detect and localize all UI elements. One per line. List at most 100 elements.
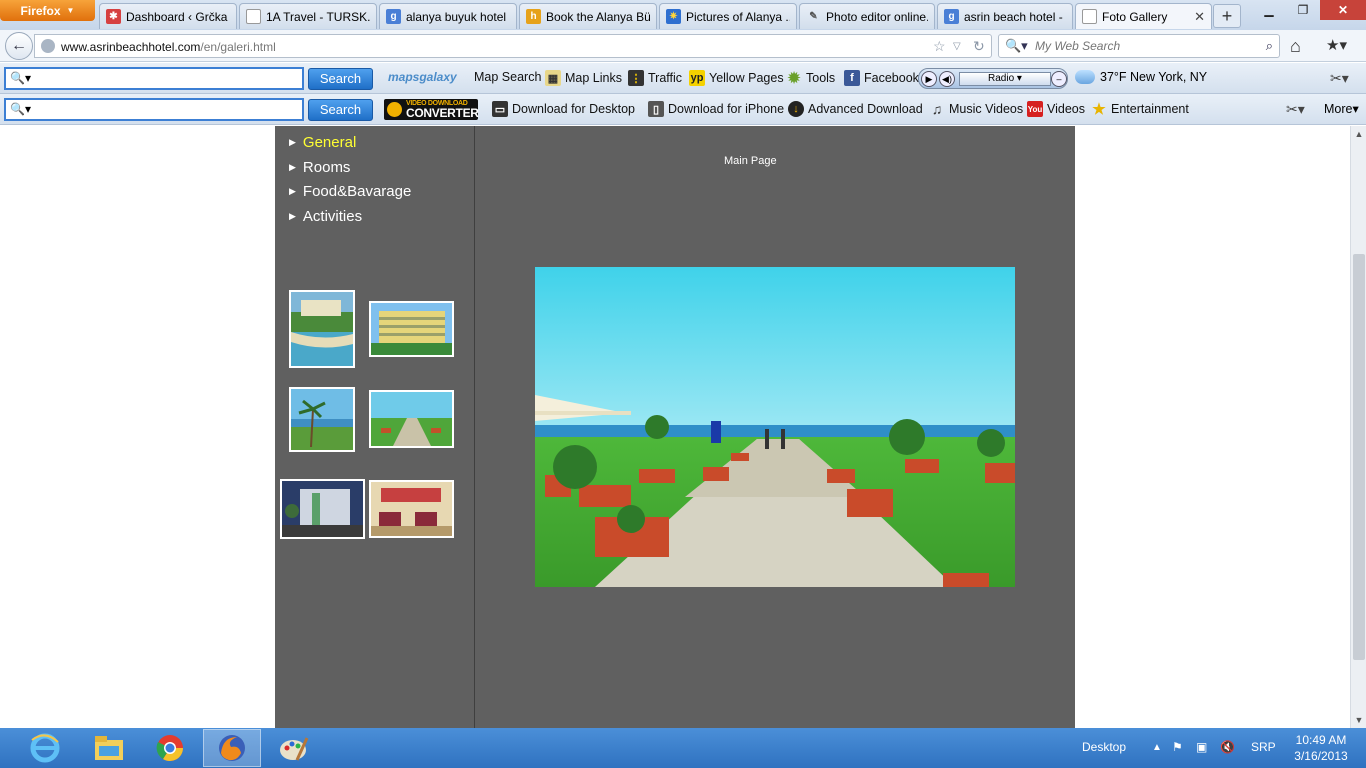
toolbar2-search-input[interactable] — [34, 102, 294, 118]
close-tab-icon[interactable]: ✕ — [1194, 9, 1205, 25]
menu-rooms[interactable]: ▶ Rooms — [289, 159, 350, 176]
tab-label: Book the Alanya Bü... — [546, 9, 650, 24]
restore-icon[interactable]: ❐ — [1288, 0, 1318, 20]
weather-widget[interactable]: 37°F New York, NY — [1075, 70, 1207, 84]
videos-button[interactable]: You Videos — [1027, 101, 1085, 117]
menu-general[interactable]: ▶ General — [289, 134, 356, 151]
tab-1a-travel[interactable]: 1A Travel - TURSK... — [239, 3, 377, 29]
download-iphone-button[interactable]: ▯ Download for iPhone — [648, 101, 784, 117]
web-search-box[interactable]: 🔍▾ ⌕ — [998, 34, 1280, 58]
thumbnail-hotel-aerial[interactable] — [289, 290, 355, 368]
tools-button[interactable]: ✹ Tools — [786, 70, 835, 87]
thumbnail-hotel-lobby[interactable] — [369, 480, 454, 538]
search-icon: 🔍▾ — [10, 71, 31, 85]
play-icon[interactable]: ▶ — [921, 71, 937, 87]
main-page-link[interactable]: Main Page — [724, 155, 777, 167]
url-bar[interactable]: www.asrinbeachhotel.com/en/galeri.html ☆… — [34, 34, 992, 58]
more-menu-button[interactable]: More▾ — [1324, 101, 1359, 116]
triangle-right-icon: ▶ — [289, 137, 296, 147]
clock-time: 10:49 AM — [1295, 733, 1347, 747]
download-desktop-button[interactable]: ▭ Download for Desktop — [492, 101, 635, 117]
gallery-sidebar: ▶ General ▶ Rooms ▶ Food&Bavarage ▶ Acti… — [275, 126, 475, 728]
search-icon[interactable]: ⌕ — [1266, 38, 1273, 54]
system-clock[interactable]: 10:49 AM 3/16/2013 — [1284, 732, 1358, 764]
show-hidden-icons-icon[interactable]: ▲ — [1152, 742, 1162, 753]
toolbar-search-field[interactable]: 🔍▾ — [4, 67, 304, 90]
file-explorer-icon[interactable] — [80, 729, 138, 767]
page-scrollbar[interactable]: ▲ ▼ — [1350, 126, 1366, 728]
minimize-icon[interactable]: ▁ — [1255, 0, 1283, 20]
thumbnail-palm-beach[interactable] — [289, 387, 355, 452]
toolbar-options-icon[interactable]: ✂▾ — [1286, 101, 1305, 118]
home-icon[interactable]: ⌂ — [1290, 36, 1301, 57]
toolbar-search-button[interactable]: Search — [308, 68, 373, 90]
chevron-down-icon[interactable]: ▽ — [953, 41, 961, 52]
map-links-button[interactable]: ▦ Map Links — [545, 70, 622, 86]
network-icon[interactable]: ▣ — [1196, 740, 1207, 754]
desktop-toolbar-label[interactable]: Desktop — [1082, 740, 1126, 754]
web-search-input[interactable] — [1033, 38, 1253, 54]
reload-icon[interactable]: ↻ — [973, 38, 985, 55]
youtube-icon: You — [1027, 101, 1043, 117]
download-arrow-icon: ↓ — [788, 101, 804, 117]
scrollbar-thumb[interactable] — [1353, 254, 1365, 660]
entertainment-button[interactable]: ★ Entertainment — [1091, 101, 1189, 118]
url-path: /en/galeri.html — [200, 40, 276, 54]
triangle-right-icon: ▶ — [289, 186, 296, 196]
menu-food-beverage[interactable]: ▶ Food&Bavarage — [289, 183, 411, 200]
scroll-up-icon[interactable]: ▲ — [1351, 126, 1366, 142]
entertainment-label: Entertainment — [1111, 102, 1189, 116]
star-icon: ★ — [1092, 101, 1106, 118]
toolbar2-search-field[interactable]: 🔍▾ — [4, 98, 304, 121]
monitor-icon: ▭ — [492, 101, 508, 117]
tab-label: Pictures of Alanya ... — [686, 9, 790, 24]
paint-icon[interactable] — [265, 729, 323, 767]
toolbar-options-icon[interactable]: ✂▾ — [1330, 70, 1349, 87]
facebook-label: Facebook — [864, 71, 919, 85]
minus-icon[interactable]: – — [1051, 71, 1067, 87]
firefox-taskbar-icon[interactable] — [203, 729, 261, 767]
search-engine-icon[interactable]: 🔍▾ — [1005, 38, 1028, 54]
internet-explorer-icon[interactable] — [16, 729, 74, 767]
mapsgalaxy-logo[interactable]: mapsgalaxy — [388, 70, 457, 84]
navigation-bar: ← www.asrinbeachhotel.com/en/galeri.html… — [0, 30, 1366, 62]
tab-foto-gallery[interactable]: Foto Gallery ✕ — [1075, 3, 1212, 29]
volume-icon[interactable]: ◀) — [939, 71, 955, 87]
map-search-button[interactable]: Map Search — [474, 70, 541, 84]
firefox-menu-button[interactable]: Firefox ▼ — [0, 0, 95, 21]
hotels-icon: h — [526, 9, 541, 24]
facebook-button[interactable]: f Facebook — [844, 70, 919, 86]
bookmarks-menu-icon[interactable]: ★▾ — [1326, 36, 1347, 54]
thumbnail-garden-path[interactable] — [369, 390, 454, 448]
back-arrow-icon[interactable]: ← — [5, 32, 33, 60]
chrome-icon[interactable] — [141, 729, 199, 767]
tab-pictures-alanya[interactable]: ✷ Pictures of Alanya ... — [659, 3, 797, 29]
tab-asrin-beach-hotel[interactable]: g asrin beach hotel - ... — [937, 3, 1073, 29]
bookmark-star-icon[interactable]: ☆ — [933, 38, 946, 55]
tab-alanya-buyuk-hotel[interactable]: g alanya buyuk hotel ... — [379, 3, 517, 29]
music-videos-button[interactable]: ♫ Music Videos — [929, 101, 1023, 117]
thumbnail-hotel-building[interactable] — [369, 301, 454, 357]
traffic-label: Traffic — [648, 71, 683, 85]
toolbar-search-input[interactable] — [34, 71, 294, 87]
clock-date: 3/16/2013 — [1294, 749, 1348, 763]
tab-photo-editor[interactable]: ✎ Photo editor online... — [799, 3, 935, 29]
yellow-pages-button[interactable]: yp Yellow Pages — [689, 70, 784, 86]
new-tab-button[interactable]: + — [1213, 4, 1241, 28]
volume-muted-icon[interactable]: 🔇 — [1220, 740, 1235, 754]
menu-activities[interactable]: ▶ Activities — [289, 208, 362, 225]
toolbar2-search-button[interactable]: Search — [308, 99, 373, 121]
traffic-button[interactable]: ⋮ Traffic — [628, 70, 682, 86]
radio-station-select[interactable]: Radio ▾ — [959, 72, 1051, 86]
scroll-down-icon[interactable]: ▼ — [1351, 712, 1366, 728]
tab-book-alanya[interactable]: h Book the Alanya Bü... — [519, 3, 657, 29]
language-indicator[interactable]: SRP — [1251, 740, 1276, 754]
tab-strip: Firefox ▼ ✱ Dashboard ‹ Grčka ... 1A Tra… — [0, 0, 1366, 30]
tab-dashboard[interactable]: ✱ Dashboard ‹ Grčka ... — [99, 3, 237, 29]
thumbnail-hotel-night[interactable] — [280, 479, 365, 539]
video-download-converter-logo[interactable]: VIDEO DOWNLOAD CONVERTER — [384, 99, 479, 120]
advanced-download-button[interactable]: ↓ Advanced Download — [788, 101, 923, 117]
action-center-flag-icon[interactable]: ⚑ — [1172, 740, 1183, 754]
close-window-icon[interactable]: ✕ — [1320, 0, 1366, 20]
main-gallery-photo[interactable] — [535, 267, 1015, 587]
